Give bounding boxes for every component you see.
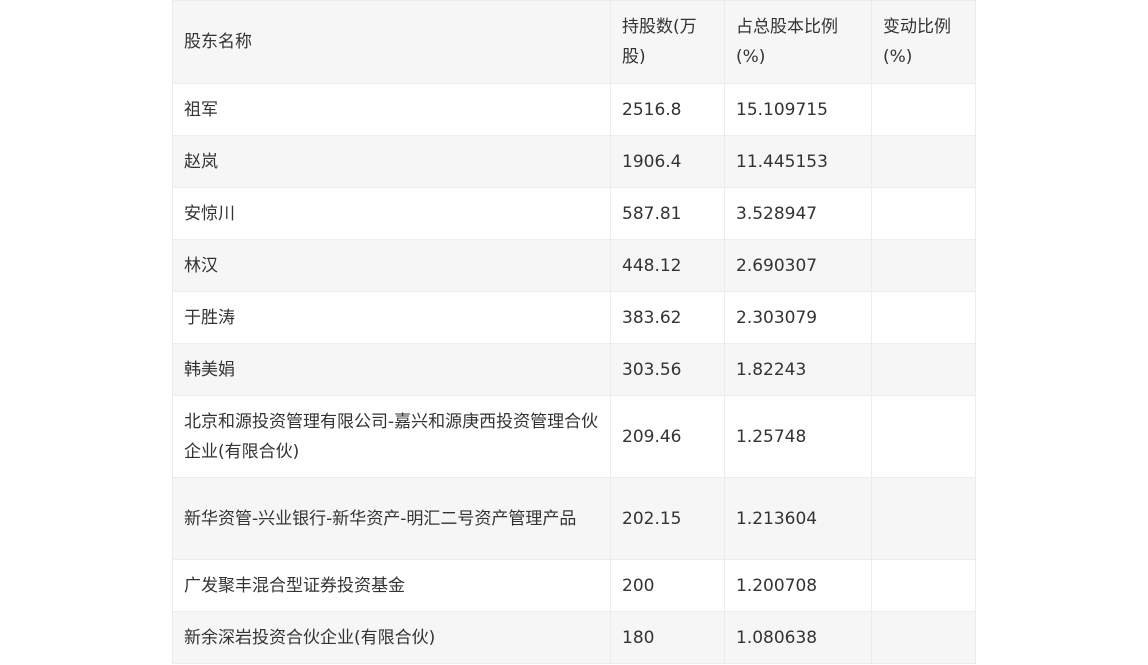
table-row: 韩美娟 303.56 1.82243 bbox=[172, 343, 976, 396]
table-row: 祖军 2516.8 15.109715 bbox=[172, 83, 976, 136]
header-shareholder-name: 股东名称 bbox=[172, 0, 611, 84]
cell-change-ratio bbox=[871, 477, 976, 560]
cell-change-ratio bbox=[871, 83, 976, 136]
cell-share-ratio: 1.213604 bbox=[724, 477, 872, 560]
cell-change-ratio bbox=[871, 559, 976, 612]
cell-change-ratio bbox=[871, 291, 976, 344]
cell-shareholder-name: 北京和源投资管理有限公司-嘉兴和源庚西投资管理合伙企业(有限合伙) bbox=[172, 395, 611, 478]
cell-shares-held: 383.62 bbox=[610, 291, 725, 344]
shareholder-table: 股东名称 持股数(万股) 占总股本比例(%) 变动比例(%) 祖军 2516.8… bbox=[172, 0, 976, 664]
cell-share-ratio: 15.109715 bbox=[724, 83, 872, 136]
cell-change-ratio bbox=[871, 239, 976, 292]
cell-shareholder-name: 祖军 bbox=[172, 83, 611, 136]
table-row: 安惊川 587.81 3.528947 bbox=[172, 187, 976, 240]
table-header-row: 股东名称 持股数(万股) 占总股本比例(%) 变动比例(%) bbox=[172, 0, 976, 84]
cell-shareholder-name: 安惊川 bbox=[172, 187, 611, 240]
cell-change-ratio bbox=[871, 395, 976, 478]
cell-change-ratio bbox=[871, 135, 976, 188]
cell-shares-held: 448.12 bbox=[610, 239, 725, 292]
cell-share-ratio: 1.25748 bbox=[724, 395, 872, 478]
cell-shareholder-name: 林汉 bbox=[172, 239, 611, 292]
cell-share-ratio: 2.690307 bbox=[724, 239, 872, 292]
cell-shareholder-name: 赵岚 bbox=[172, 135, 611, 188]
cell-shareholder-name: 广发聚丰混合型证券投资基金 bbox=[172, 559, 611, 612]
header-shares-held: 持股数(万股) bbox=[610, 0, 725, 84]
cell-change-ratio bbox=[871, 343, 976, 396]
cell-change-ratio bbox=[871, 187, 976, 240]
cell-shareholder-name: 韩美娟 bbox=[172, 343, 611, 396]
table-row: 北京和源投资管理有限公司-嘉兴和源庚西投资管理合伙企业(有限合伙) 209.46… bbox=[172, 395, 976, 478]
cell-share-ratio: 1.200708 bbox=[724, 559, 872, 612]
header-change-ratio: 变动比例(%) bbox=[871, 0, 976, 84]
cell-shares-held: 1906.4 bbox=[610, 135, 725, 188]
cell-share-ratio: 3.528947 bbox=[724, 187, 872, 240]
cell-share-ratio: 1.82243 bbox=[724, 343, 872, 396]
cell-shares-held: 303.56 bbox=[610, 343, 725, 396]
cell-shares-held: 587.81 bbox=[610, 187, 725, 240]
cell-shares-held: 209.46 bbox=[610, 395, 725, 478]
table-row: 新余深岩投资合伙企业(有限合伙) 180 1.080638 bbox=[172, 611, 976, 664]
cell-share-ratio: 11.445153 bbox=[724, 135, 872, 188]
table-row: 赵岚 1906.4 11.445153 bbox=[172, 135, 976, 188]
table-row: 林汉 448.12 2.690307 bbox=[172, 239, 976, 292]
cell-share-ratio: 2.303079 bbox=[724, 291, 872, 344]
cell-shares-held: 202.15 bbox=[610, 477, 725, 560]
cell-share-ratio: 1.080638 bbox=[724, 611, 872, 664]
shareholder-table-container: 股东名称 持股数(万股) 占总股本比例(%) 变动比例(%) 祖军 2516.8… bbox=[172, 0, 976, 664]
cell-shareholder-name: 新华资管-兴业银行-新华资产-明汇二号资产管理产品 bbox=[172, 477, 611, 560]
header-share-ratio: 占总股本比例(%) bbox=[724, 0, 872, 84]
cell-shares-held: 2516.8 bbox=[610, 83, 725, 136]
cell-shares-held: 180 bbox=[610, 611, 725, 664]
cell-change-ratio bbox=[871, 611, 976, 664]
table-row: 于胜涛 383.62 2.303079 bbox=[172, 291, 976, 344]
cell-shares-held: 200 bbox=[610, 559, 725, 612]
cell-shareholder-name: 新余深岩投资合伙企业(有限合伙) bbox=[172, 611, 611, 664]
cell-shareholder-name: 于胜涛 bbox=[172, 291, 611, 344]
table-row: 新华资管-兴业银行-新华资产-明汇二号资产管理产品 202.15 1.21360… bbox=[172, 477, 976, 560]
table-row: 广发聚丰混合型证券投资基金 200 1.200708 bbox=[172, 559, 976, 612]
